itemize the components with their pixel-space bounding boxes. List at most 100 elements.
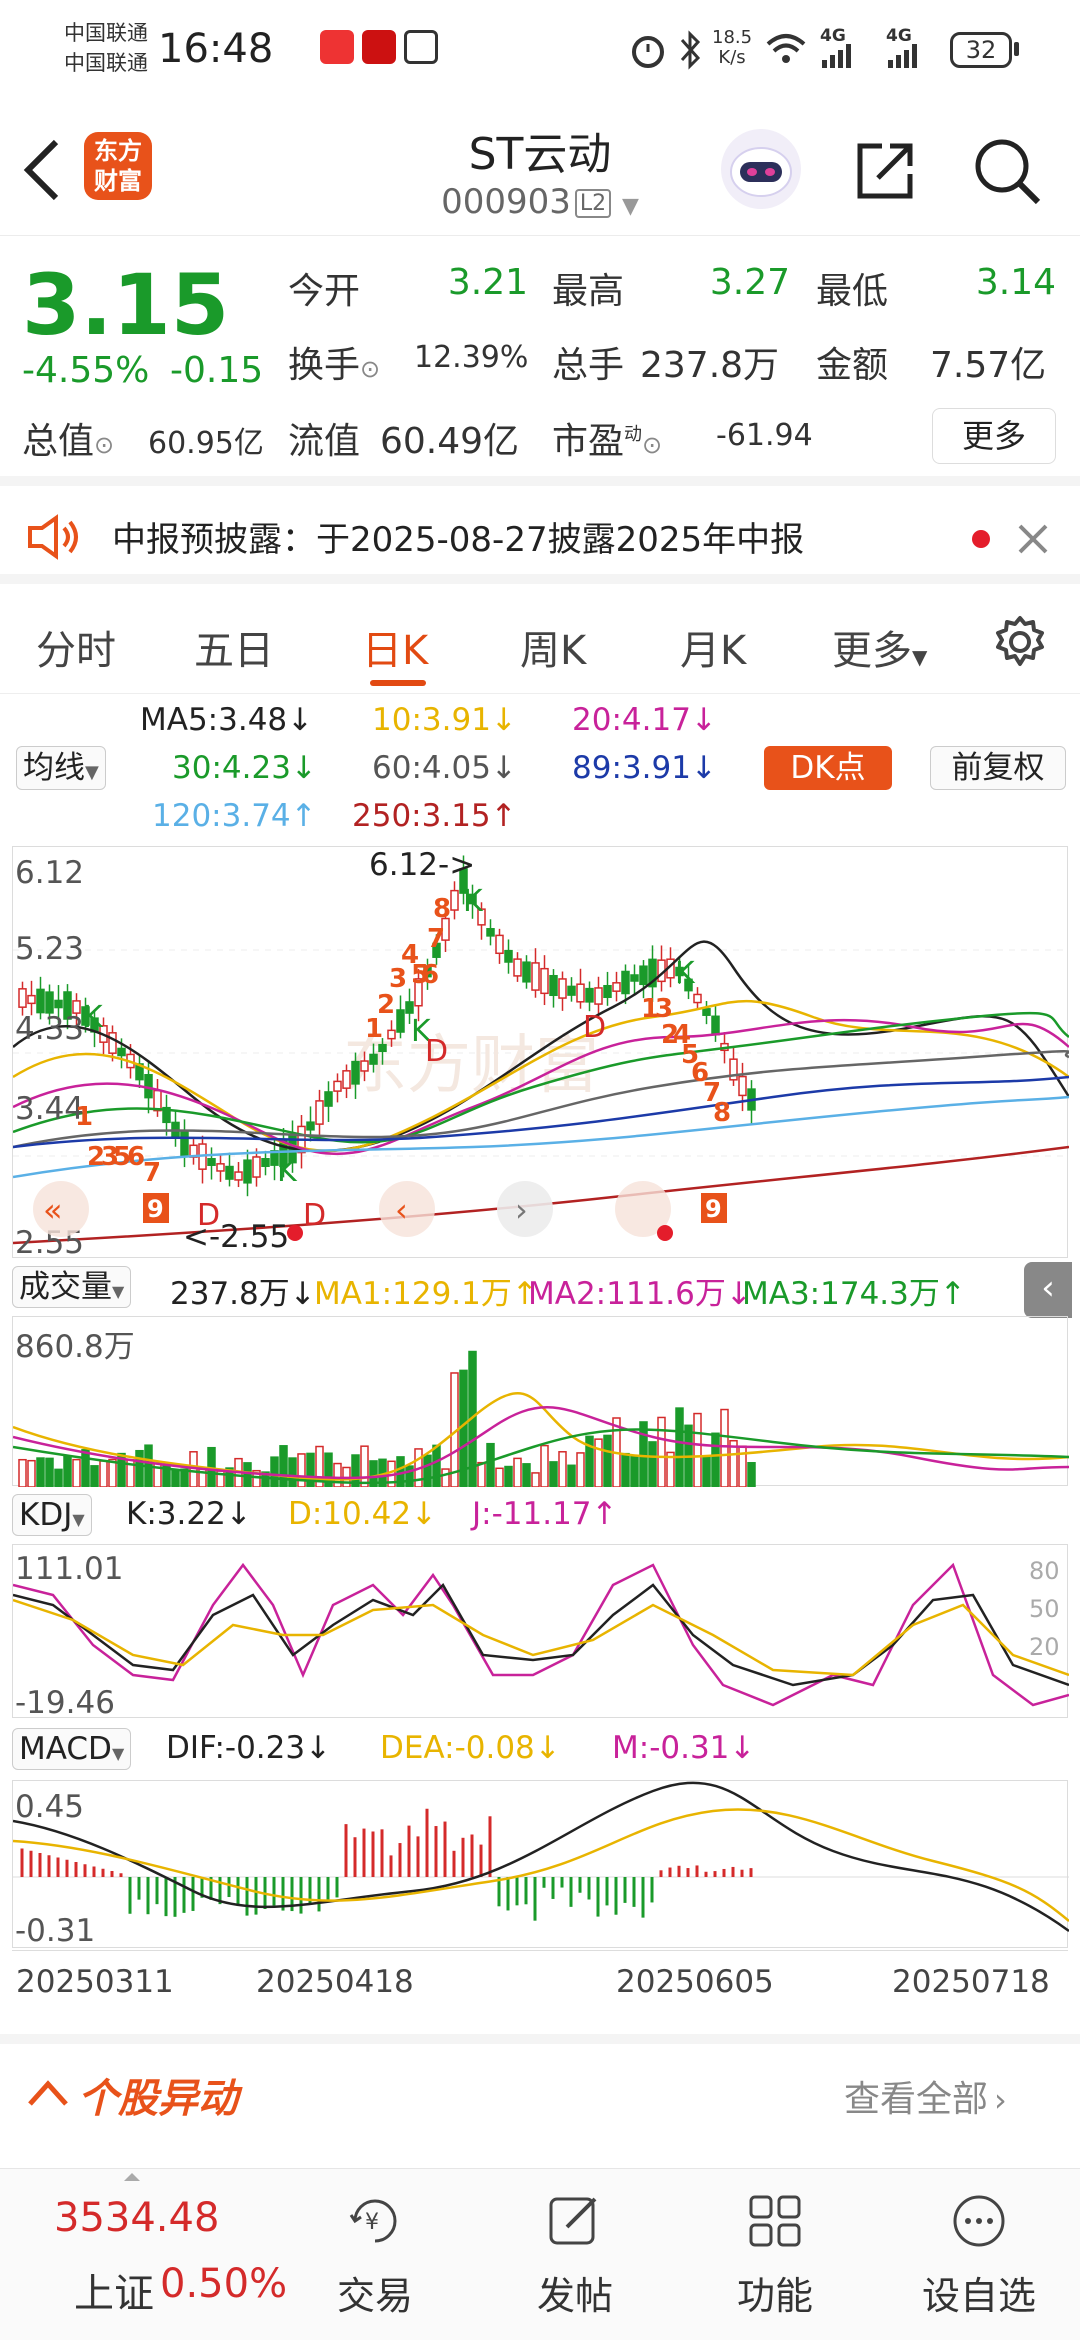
candle bbox=[396, 995, 405, 1039]
settings-gear-icon[interactable] bbox=[992, 614, 1048, 670]
y-label-top: 6.12 bbox=[15, 855, 84, 891]
candle bbox=[585, 981, 594, 1012]
candle bbox=[225, 1152, 234, 1187]
candle bbox=[567, 977, 576, 1002]
pe-value: -61.94 bbox=[716, 418, 813, 453]
index-value[interactable]: 3534.48 bbox=[54, 2195, 219, 2241]
period-tabs: 分时 五日 日K 周K 月K 更多▼ bbox=[0, 594, 1080, 694]
volume-bar bbox=[171, 1469, 180, 1487]
candle bbox=[612, 971, 621, 1002]
tab-more[interactable]: 更多▼ bbox=[832, 618, 927, 676]
volume-bar bbox=[558, 1451, 567, 1487]
candle bbox=[333, 1073, 342, 1103]
turnover-value: 12.39% bbox=[414, 340, 529, 375]
macd-canvas: 0.45 -0.31 bbox=[13, 1781, 1069, 1949]
amount-value: 7.57亿 bbox=[930, 345, 1047, 386]
robot-assistant-icon[interactable] bbox=[718, 126, 804, 212]
macd-indicator-selector[interactable]: MACD▼ bbox=[12, 1728, 132, 1770]
ma5-value: MA5:3.48↓ bbox=[140, 702, 314, 738]
kdj-j-line bbox=[13, 1562, 1069, 1707]
signal-icon-2 bbox=[888, 44, 917, 68]
signal-label-2: 4G bbox=[886, 26, 912, 46]
dk-point-button[interactable]: DK点 bbox=[764, 746, 892, 790]
search-icon[interactable] bbox=[972, 136, 1042, 206]
volume-bar bbox=[675, 1407, 684, 1487]
volume-bar bbox=[72, 1458, 81, 1487]
svg-text:D: D bbox=[583, 1010, 606, 1045]
change-amount: -0.15 bbox=[170, 350, 264, 391]
pe-label[interactable]: 市盈动⊙ bbox=[552, 412, 662, 464]
svg-text:K: K bbox=[83, 1000, 104, 1035]
info-icon: ⊙ bbox=[94, 431, 115, 459]
view-all-link[interactable]: 查看全部 › bbox=[844, 2070, 1007, 2122]
chevron-right-icon: › bbox=[994, 2081, 1007, 2119]
volume-current: 237.8万↓ bbox=[170, 1276, 316, 1312]
tab-five-day[interactable]: 五日 bbox=[194, 618, 274, 676]
volume-chart[interactable]: 860.8万 bbox=[12, 1316, 1069, 1487]
svg-text:D: D bbox=[303, 1198, 326, 1233]
candle bbox=[729, 1046, 738, 1086]
forward-adjust-button[interactable]: 前复权 bbox=[930, 746, 1066, 790]
tab-monthly-k[interactable]: 月K bbox=[680, 618, 746, 676]
macd-chart[interactable]: 0.45 -0.31 bbox=[12, 1780, 1069, 1949]
chevron-up-icon[interactable] bbox=[26, 2074, 70, 2110]
stock-code-row[interactable]: 000903 L2 ▼ bbox=[0, 182, 1080, 222]
caret-down-icon: ▼ bbox=[85, 762, 99, 783]
turnover-label[interactable]: 换手⊙ bbox=[288, 336, 380, 388]
battery-tip bbox=[1014, 42, 1019, 56]
tab-intraday[interactable]: 分时 bbox=[36, 618, 116, 676]
volume-bars bbox=[18, 1350, 756, 1487]
bluetooth-icon bbox=[680, 30, 701, 70]
kline-chart[interactable]: 东方财富 6.12 5.23 4.33 3.44 2.55 6.12-> <-2… bbox=[12, 846, 1069, 1259]
dk-marker-dot bbox=[287, 1225, 303, 1241]
level2-badge: L2 bbox=[574, 189, 612, 218]
candle bbox=[702, 1000, 711, 1025]
date-label-4: 20250718 bbox=[892, 1964, 1050, 2000]
volume-bar bbox=[657, 1416, 666, 1487]
collapse-panel-button[interactable]: ‹ bbox=[1024, 1262, 1072, 1318]
ma60-value: 60:4.05↓ bbox=[372, 750, 517, 786]
kdj-canvas: 111.01 -19.46 80 50 20 bbox=[13, 1551, 1069, 1719]
ma250-value: 250:3.15↑ bbox=[352, 798, 517, 834]
candle bbox=[324, 1081, 333, 1122]
ma-selector[interactable]: 均线▼ bbox=[16, 746, 106, 790]
volume-indicator-selector[interactable]: 成交量▼ bbox=[12, 1266, 132, 1308]
kdj-indicator-selector[interactable]: KDJ▼ bbox=[12, 1494, 92, 1536]
volume-bar bbox=[108, 1458, 117, 1487]
kdj-j-value: J:-11.17↑ bbox=[472, 1496, 618, 1532]
info-icon: ⊙ bbox=[642, 431, 663, 459]
candle bbox=[180, 1119, 189, 1168]
volume-bar bbox=[486, 1442, 495, 1487]
dk-marker-dot bbox=[657, 1225, 673, 1241]
tab-weekly-k[interactable]: 周K bbox=[520, 618, 586, 676]
volume-bar bbox=[54, 1468, 63, 1487]
candle bbox=[711, 1004, 720, 1042]
ma10-value: 10:3.91↓ bbox=[372, 702, 517, 738]
volume-ma2: MA2:111.6万↓ bbox=[528, 1276, 752, 1312]
candle bbox=[630, 964, 639, 995]
clock: 16:48 bbox=[158, 26, 274, 72]
share-icon[interactable] bbox=[852, 138, 918, 204]
candle bbox=[234, 1162, 243, 1188]
active-tab-indicator bbox=[370, 680, 426, 686]
candle bbox=[738, 1062, 747, 1112]
candle bbox=[450, 881, 459, 920]
mktcap-label[interactable]: 总值⊙ bbox=[22, 412, 114, 464]
date-label-1: 20250311 bbox=[16, 1964, 174, 2000]
notice-bar[interactable]: 中报预披露：于2025-08-27披露2025年中报 bbox=[0, 496, 1080, 584]
candle bbox=[171, 1110, 180, 1147]
wifi-icon bbox=[766, 34, 806, 63]
candle bbox=[198, 1135, 207, 1184]
volume-y-top: 860.8万 bbox=[15, 1329, 135, 1365]
svg-text:K: K bbox=[675, 956, 696, 991]
macd-histogram bbox=[20, 1808, 753, 1921]
more-button[interactable]: 更多 bbox=[932, 408, 1056, 464]
volume-ma3: MA3:174.3万↑ bbox=[742, 1276, 966, 1312]
y-label-2: 5.23 bbox=[15, 931, 84, 967]
caret-down-icon: ▼ bbox=[72, 1510, 85, 1529]
volume-bar bbox=[477, 1461, 486, 1487]
tab-daily-k[interactable]: 日K bbox=[362, 618, 428, 676]
volume-bar bbox=[18, 1458, 27, 1487]
kdj-chart[interactable]: 111.01 -19.46 80 50 20 bbox=[12, 1544, 1069, 1719]
close-icon[interactable] bbox=[1016, 522, 1050, 556]
